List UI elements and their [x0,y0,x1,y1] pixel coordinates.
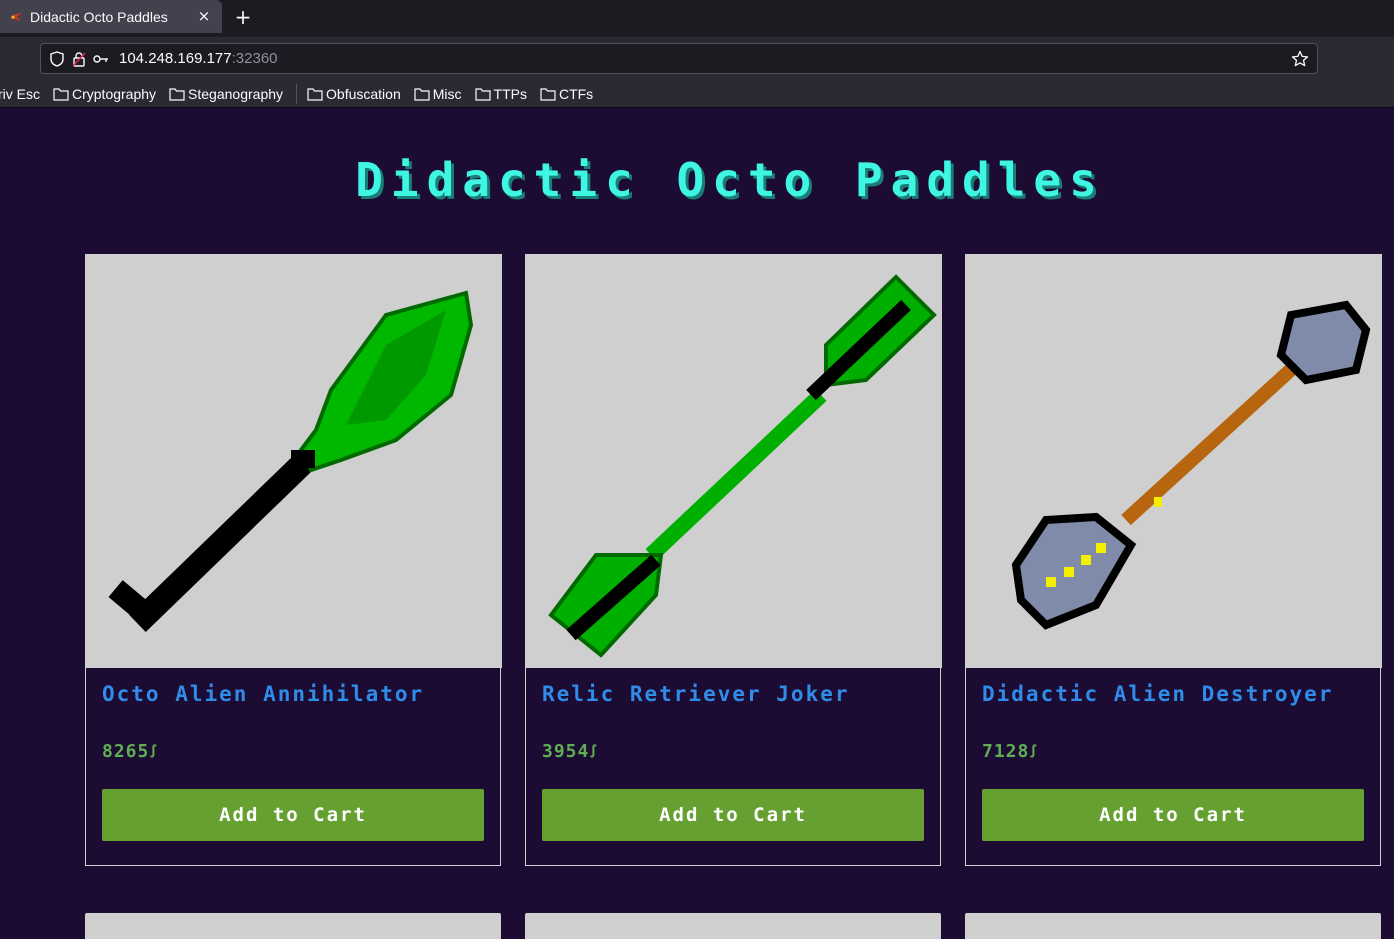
price-value: 3954 [542,740,590,762]
bookmark-folder-cryptography[interactable]: Cryptography [53,86,156,102]
folder-icon [169,87,185,101]
gray-yellow-paddle-icon [1011,300,1371,630]
bookmarks-toolbar: riv Esc Cryptography Steganography Obfus… [0,80,1394,108]
folder-icon [53,87,69,101]
page-content: Didactic Octo Paddles Octo Alien Annihil… [0,109,1394,939]
add-to-cart-button[interactable]: Add to Cart [982,789,1364,841]
insecure-lock-icon[interactable] [71,51,87,67]
bookmark-folder-steganography[interactable]: Steganography [169,86,283,102]
bookmark-folder-ttps[interactable]: TTPs [474,85,527,102]
bookmark-label: CTFs [558,85,594,102]
price-value: 8265 [102,740,150,762]
bookmark-label: TTPs [493,85,527,102]
product-name[interactable]: Octo Alien Annihilator [102,682,482,706]
green-black-paddle-icon [108,290,474,632]
product-card-partial [525,913,941,939]
navigation-bar: 104.248.169.177:32360 [0,37,1394,80]
product-card-partial [85,913,501,939]
product-name[interactable]: Didactic Alien Destroyer [982,682,1362,706]
folder-icon [540,87,556,101]
product-card: Octo Alien Annihilator 8265 ꭍ Add to Cart [85,254,502,866]
bookmark-label: Cryptography [72,85,157,102]
page-title: Didactic Octo Paddles [355,153,1105,207]
bookmark-folder-misc[interactable]: Misc [414,86,462,102]
bookmark-folder-obfuscation[interactable]: Obfuscation [307,86,401,102]
product-image [526,254,942,668]
bookmark-folder-ctfs[interactable]: CTFs [540,86,593,102]
url-port: :32360 [231,50,278,67]
folder-icon [414,87,430,101]
folder-icon [307,87,323,101]
add-to-cart-button[interactable]: Add to Cart [102,789,484,841]
folder-icon [474,87,491,101]
product-image [966,254,1382,668]
currency-symbol-icon: ꭍ [590,742,598,761]
tab-strip: Didactic Octo Paddles × + [0,0,1394,37]
currency-symbol-icon: ꭍ [150,742,158,761]
product-price: 8265 ꭍ [102,740,157,762]
bookmark-label: Obfuscation [326,85,401,102]
bookmark-priv-esc[interactable]: riv Esc [0,86,40,102]
product-card: Relic Retriever Joker 3954 ꭍ Add to Cart [525,254,942,866]
green-double-paddle-icon [548,274,937,658]
octopus-favicon-icon [8,9,24,25]
bookmark-separator [296,83,298,104]
bookmark-label: Steganography [188,85,284,102]
price-value: 7128 [982,740,1030,762]
product-card: Didactic Alien Destroyer 7128 ꭍ Add to Ca… [965,254,1382,866]
tab-title: Didactic Octo Paddles [30,8,168,25]
bookmark-label: Misc [432,85,462,102]
shield-icon[interactable] [49,50,65,67]
new-tab-button[interactable]: + [232,6,254,28]
bookmark-star-icon[interactable] [1291,50,1309,68]
key-icon[interactable] [93,51,109,67]
url-bar[interactable]: 104.248.169.177:32360 [40,43,1318,74]
product-image [86,254,502,668]
product-price: 7128 ꭍ [982,740,1037,762]
add-to-cart-button[interactable]: Add to Cart [542,789,924,841]
product-price: 3954 ꭍ [542,740,597,762]
currency-symbol-icon: ꭍ [1030,742,1038,761]
bookmark-label: riv Esc [0,85,40,102]
url-host: 104.248.169.177 [119,50,232,67]
url-text[interactable]: 104.248.169.177:32360 [119,50,278,67]
product-name[interactable]: Relic Retriever Joker [542,682,922,706]
tab-active[interactable]: Didactic Octo Paddles × [0,0,222,33]
close-tab-icon[interactable]: × [196,8,212,24]
product-card-partial [965,913,1381,939]
